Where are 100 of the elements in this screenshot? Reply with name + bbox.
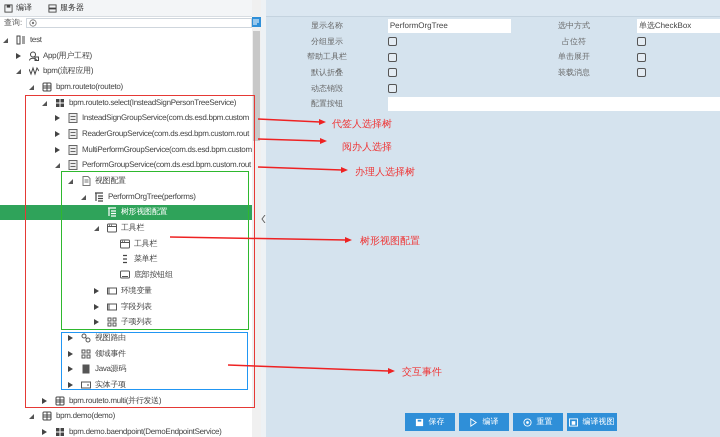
- collapse-arrow-icon[interactable]: [16, 68, 21, 74]
- field-label: 默认折叠: [310, 68, 344, 77]
- checkbox[interactable]: [636, 68, 646, 78]
- field-label: 选中方式: [556, 22, 591, 30]
- collapse-arrow-icon[interactable]: [29, 84, 34, 90]
- toolbar-button[interactable]: 编译: [4, 4, 32, 12]
- tree-item[interactable]: 工具栏: [0, 236, 252, 252]
- scrollbar-thumb[interactable]: [252, 31, 260, 141]
- expand-arrow-icon[interactable]: [94, 304, 99, 310]
- tree-item[interactable]: 实体子项: [0, 377, 252, 393]
- panel-icon: [107, 286, 117, 296]
- tree-item[interactable]: 字段列表: [0, 298, 252, 314]
- input-field[interactable]: PerformOrgTree: [388, 18, 511, 33]
- tree-item[interactable]: bpm(流程应用): [0, 63, 252, 80]
- tree-item[interactable]: bpm.routeto.select(InsteadSignPersonTreeService): [0, 94, 252, 110]
- expand-arrow-icon[interactable]: [55, 115, 60, 122]
- checkbox[interactable]: [636, 52, 646, 62]
- expand-arrow-icon[interactable]: [16, 52, 21, 59]
- expand-arrow-icon[interactable]: [68, 350, 73, 357]
- tree-item[interactable]: 子项列表: [0, 314, 252, 330]
- monitor-icon: [120, 270, 130, 280]
- server-icon: [68, 113, 78, 124]
- collapse-arrow-icon[interactable]: [55, 162, 60, 168]
- tree-item[interactable]: 底部按钮组: [0, 267, 252, 283]
- field-label: 占位符: [560, 38, 587, 46]
- tree-item[interactable]: 工具栏: [0, 220, 252, 236]
- checkbox[interactable]: [388, 68, 397, 78]
- tree-item[interactable]: 领域事件: [0, 346, 252, 362]
- save-icon: [4, 4, 13, 12]
- field-label: 帮助工具栏: [306, 53, 348, 62]
- tree-item[interactable]: ReaderGroupService(com.ds.esd.bpm.custom.rout: [0, 126, 252, 142]
- tree-item[interactable]: InsteadSignGroupService(com.ds.esd.bpm.custom: [0, 110, 252, 126]
- collapse-arrow-icon[interactable]: [81, 194, 86, 200]
- expand-arrow-icon[interactable]: [94, 319, 99, 326]
- tree-item[interactable]: bpm.routeto.multi(并行发送): [0, 392, 252, 408]
- checkbox[interactable]: [388, 37, 397, 46]
- field-label: 配置按钮: [310, 100, 344, 108]
- tree-item[interactable]: PerformOrgTree(performs): [0, 188, 252, 205]
- tree-item[interactable]: PerformGroupService(com.ds.esd.bpm.custom.rout: [0, 158, 252, 174]
- search-label: 查询:: [3, 18, 24, 26]
- collapse-arrow-icon[interactable]: [68, 178, 73, 184]
- collapse-icon: [260, 214, 266, 222]
- annotation-label: 办理人选择树: [355, 168, 415, 178]
- window-icon: [107, 223, 117, 234]
- window-icon: [569, 418, 578, 426]
- checkbox[interactable]: [636, 37, 646, 46]
- package-icon: [42, 411, 52, 422]
- annotation-label: 阅办人选择: [342, 143, 392, 153]
- tree-item[interactable]: test: [0, 32, 252, 48]
- columns-icon: [16, 34, 26, 45]
- expand-arrow-icon[interactable]: [68, 334, 73, 341]
- tree-item[interactable]: 菜单栏: [0, 252, 252, 268]
- tree-item[interactable]: 环境变量: [0, 283, 252, 299]
- window-icon: [120, 238, 130, 249]
- document-icon: [81, 176, 91, 186]
- annotation-label: 树形视图配置: [360, 237, 420, 247]
- tree-item[interactable]: App(用户工程): [0, 48, 252, 64]
- expand-arrow-icon[interactable]: [55, 146, 60, 153]
- collapse-arrow-icon[interactable]: [3, 36, 8, 43]
- annotation-arrow: [258, 138, 327, 144]
- annotation-arrow: [258, 118, 326, 125]
- tree-item[interactable]: MultiPerformGroupService(com.ds.esd.bpm.custom: [0, 142, 252, 158]
- card-icon: [81, 380, 91, 390]
- expand-arrow-icon[interactable]: [42, 398, 47, 404]
- panel-icon: [107, 302, 117, 312]
- collapse-arrow-icon[interactable]: [42, 100, 47, 106]
- reset-icon: [523, 418, 532, 426]
- search-icon: [253, 19, 260, 25]
- collapse-arrow-icon[interactable]: [94, 225, 99, 232]
- expand-arrow-icon[interactable]: [68, 366, 73, 372]
- link-icon: [81, 332, 91, 343]
- expand-arrow-icon[interactable]: [42, 429, 47, 436]
- search-field[interactable]: [26, 18, 252, 28]
- tree-item[interactable]: 视图配置: [0, 173, 252, 189]
- wave-icon: [29, 66, 39, 76]
- expand-arrow-icon[interactable]: [55, 130, 60, 137]
- server-icon: [68, 144, 78, 155]
- input-field[interactable]: 单选CheckBox: [636, 18, 720, 33]
- checkbox[interactable]: [388, 52, 397, 62]
- field-label: 装载消息: [556, 68, 591, 77]
- tree-item[interactable]: bpm.routeto(routeto): [0, 79, 252, 95]
- tree-item[interactable]: 视图路由: [0, 330, 252, 346]
- field-label: 单击展开: [556, 53, 591, 62]
- collapse-arrow-icon[interactable]: [29, 413, 34, 420]
- splitter[interactable]: [260, 0, 266, 437]
- field-label: 分组显示: [310, 38, 344, 46]
- eye-icon: [29, 18, 38, 26]
- input-field[interactable]: [388, 97, 720, 112]
- annotation-label: 交互事件: [402, 368, 442, 378]
- field-label: 动态销毁: [310, 84, 344, 93]
- field-label: 显示名称: [310, 22, 344, 30]
- expand-arrow-icon[interactable]: [68, 382, 73, 388]
- package-icon: [55, 396, 65, 406]
- checkbox[interactable]: [388, 84, 397, 94]
- grid-icon: [107, 317, 117, 328]
- tree-item[interactable]: bpm.demo(demo): [0, 408, 252, 424]
- tree-item[interactable]: Java源码: [0, 361, 252, 378]
- toolbar-button[interactable]: 服务器: [48, 4, 84, 12]
- tree-item[interactable]: bpm.demo.baendpoint(DemoEndpointService): [0, 424, 252, 437]
- expand-arrow-icon[interactable]: [94, 288, 99, 294]
